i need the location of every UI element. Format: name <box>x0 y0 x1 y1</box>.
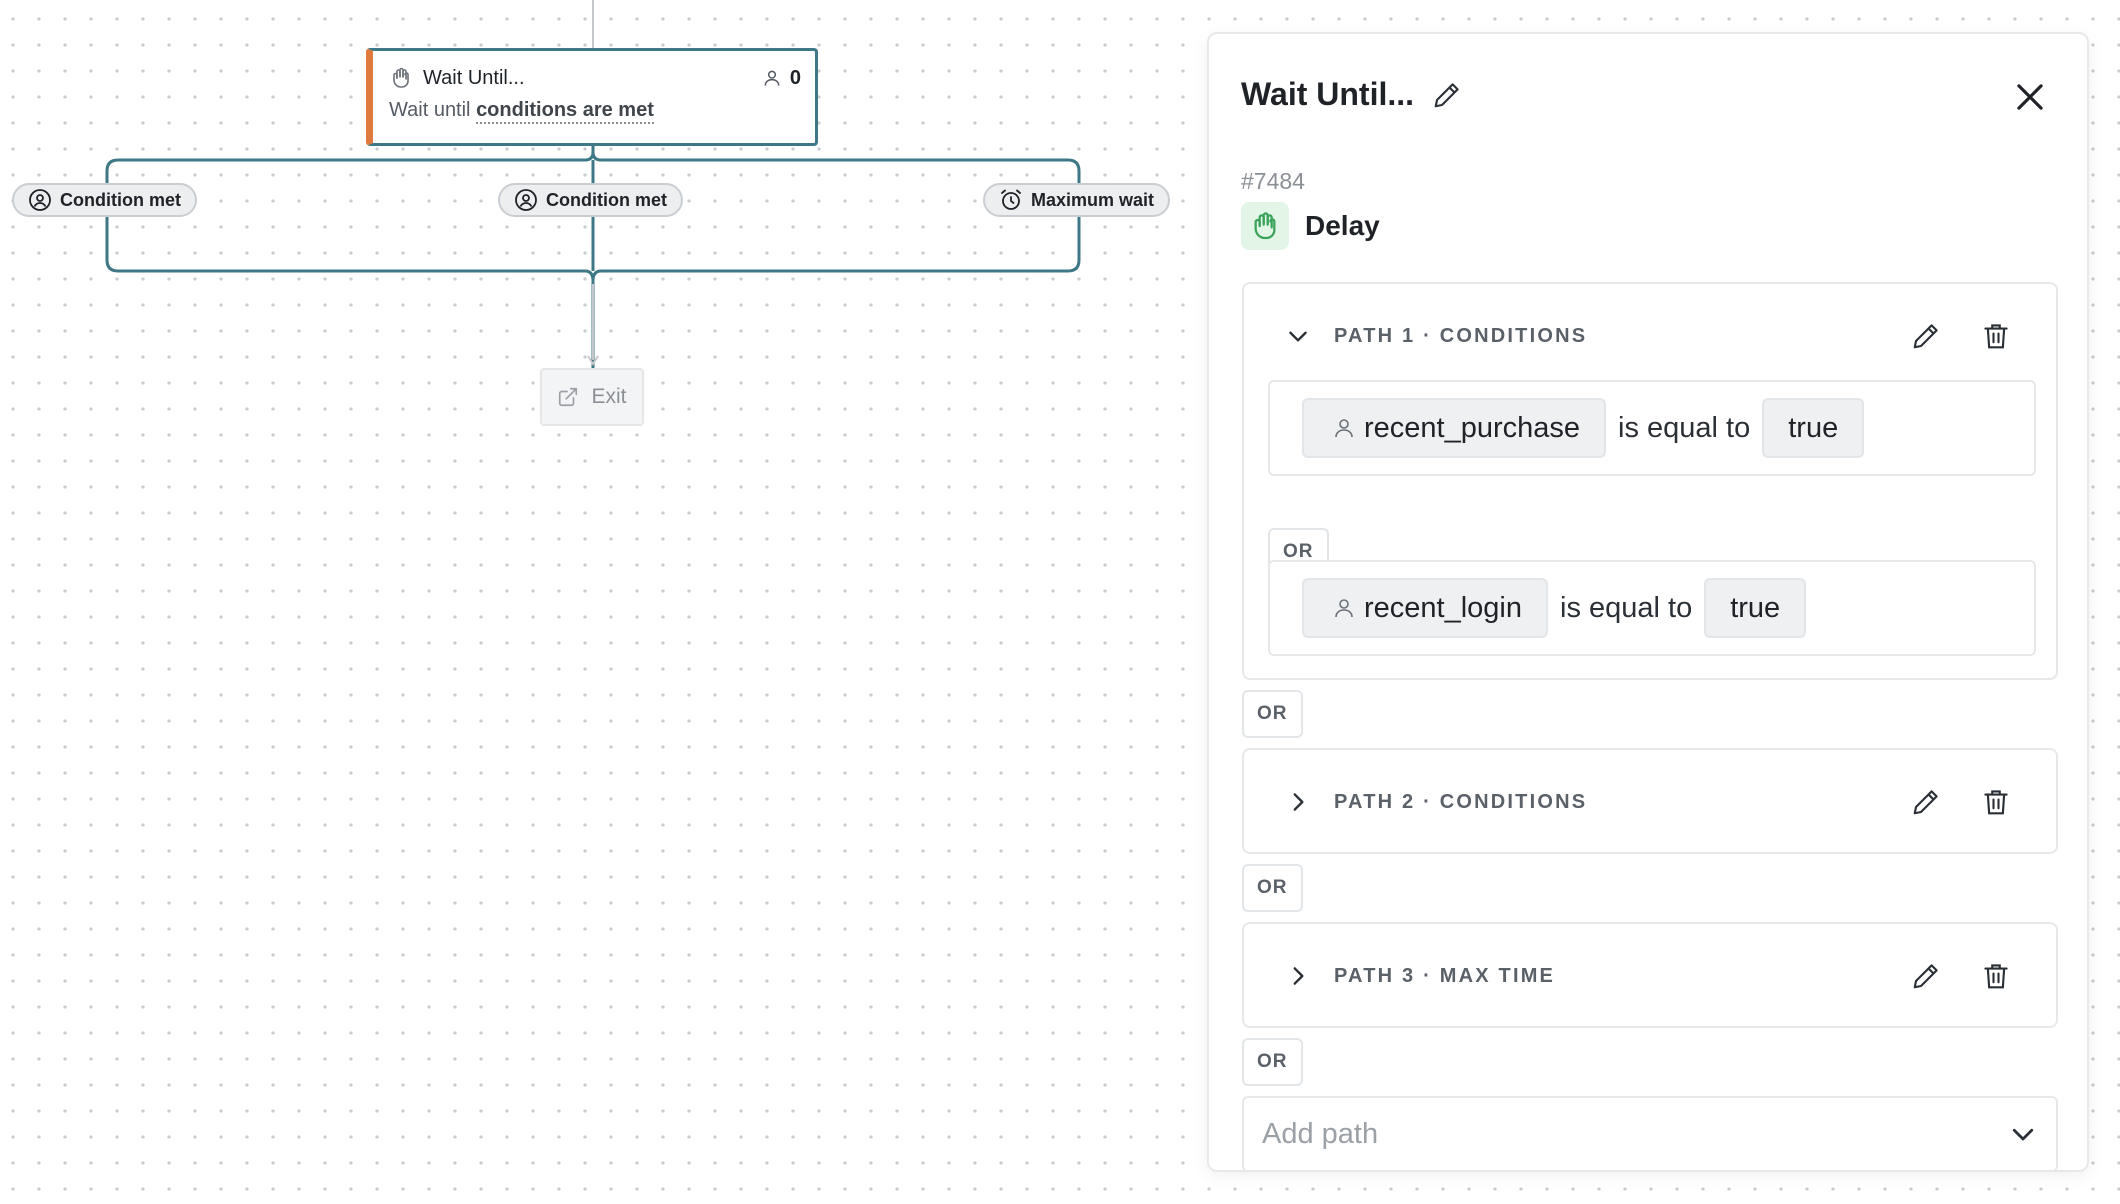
panel-title: Wait Until... <box>1241 76 1415 112</box>
path-card-1: PATH 1 · CONDITIONS recent_purchase is e… <box>1242 282 2058 680</box>
value-chip[interactable]: true <box>1762 398 1865 458</box>
operator-text: is equal to <box>1618 411 1751 444</box>
branch-label-maximum-wait[interactable]: Maximum wait <box>983 183 1171 217</box>
path-title: PATH 2 · CONDITIONS <box>1334 790 1588 813</box>
delay-type-icon <box>1241 202 1289 250</box>
path-header-3: PATH 3 · MAX TIME <box>1244 924 2056 1028</box>
subtitle-prefix: Wait until <box>389 99 477 121</box>
node-user-count: 0 <box>762 67 801 90</box>
wait-until-node[interactable]: Wait Until... 0 Wait until conditions ar… <box>366 48 818 146</box>
delete-path-button[interactable] <box>1978 958 2014 994</box>
path-header-1: PATH 1 · CONDITIONS <box>1244 284 2056 388</box>
trash-icon <box>1984 964 2008 989</box>
chevron-down-icon <box>2012 1128 2034 1141</box>
connector-lines <box>105 0 1081 368</box>
chevron-right-icon <box>1293 967 1304 985</box>
attribute-name: recent_purchase <box>1364 411 1581 444</box>
expand-path-button[interactable] <box>1278 956 1318 996</box>
attribute-name: recent_login <box>1364 591 1522 624</box>
branch-label-condition-met-2[interactable]: Condition met <box>498 183 683 217</box>
trash-icon <box>1984 790 2008 815</box>
user-icon <box>764 70 780 86</box>
node-title: Wait Until... <box>423 66 525 89</box>
branch-label-text: Maximum wait <box>1031 189 1155 210</box>
count-value: 0 <box>789 66 801 89</box>
node-type-label: Delay <box>1305 210 1380 241</box>
workflow-canvas[interactable]: Wait Until... 0 Wait until conditions ar… <box>0 0 1200 1204</box>
user-icon <box>1335 419 1353 438</box>
hand-icon <box>1254 212 1276 240</box>
or-badge: OR <box>1242 690 1303 738</box>
branch-label-text: Condition met <box>60 189 181 210</box>
exit-label: Exit <box>591 385 627 408</box>
pencil-icon <box>1913 790 1938 815</box>
hand-icon <box>389 66 413 90</box>
or-badge: OR <box>1242 864 1303 912</box>
collapse-path-button[interactable] <box>1278 316 1318 356</box>
delete-path-button[interactable] <box>1978 784 2014 820</box>
user-circle-icon <box>29 189 51 211</box>
path-title: PATH 3 · MAX TIME <box>1334 964 1556 987</box>
expand-path-button[interactable] <box>1278 782 1318 822</box>
edit-path-button[interactable] <box>1908 784 1944 820</box>
user-icon <box>1335 599 1353 618</box>
alarm-clock-icon <box>1001 189 1021 210</box>
node-type: Delay <box>1241 202 1380 250</box>
chevron-down-icon <box>1289 331 1307 342</box>
attribute-chip[interactable]: recent_purchase <box>1302 398 1607 458</box>
condition-row[interactable]: recent_login is equal to true <box>1268 560 2036 656</box>
attribute-chip[interactable]: recent_login <box>1302 578 1548 638</box>
node-details-panel: Wait Until... #7484 Delay PATH 1 · CONDI… <box>1207 32 2089 1172</box>
panel-header: Wait Until... <box>1241 76 1462 113</box>
path-title: PATH 1 · CONDITIONS <box>1334 324 1588 347</box>
or-badge: OR <box>1242 1038 1303 1086</box>
trash-icon <box>1984 324 2008 349</box>
path-header-2: PATH 2 · CONDITIONS <box>1244 750 2056 854</box>
add-path-placeholder: Add path <box>1262 1117 1379 1150</box>
add-path-select[interactable]: Add path <box>1242 1096 2058 1170</box>
path-card-3: PATH 3 · MAX TIME <box>1242 922 2058 1028</box>
path-card-2: PATH 2 · CONDITIONS <box>1242 748 2058 854</box>
branch-label-condition-met-1[interactable]: Condition met <box>12 183 197 217</box>
external-link-icon <box>559 387 578 407</box>
edit-title-button[interactable] <box>1432 80 1462 110</box>
delete-path-button[interactable] <box>1978 318 2014 354</box>
user-circle-icon <box>515 189 537 211</box>
pencil-icon <box>1913 964 1938 989</box>
value-chip[interactable]: true <box>1704 578 1807 638</box>
close-icon <box>2017 84 2043 110</box>
conditions-link[interactable]: conditions are met <box>476 99 654 124</box>
pencil-icon <box>1434 82 1459 107</box>
close-panel-button[interactable] <box>2011 78 2049 116</box>
exit-node[interactable]: Exit <box>540 368 644 426</box>
node-id: #7484 <box>1241 168 1305 194</box>
condition-row[interactable]: recent_purchase is equal to true <box>1268 380 2036 476</box>
edit-path-button[interactable] <box>1908 318 1944 354</box>
node-subtitle: Wait until conditions are met <box>389 99 801 124</box>
edit-path-button[interactable] <box>1908 958 1944 994</box>
operator-text: is equal to <box>1560 591 1693 624</box>
chevron-right-icon <box>1293 793 1304 811</box>
pencil-icon <box>1913 324 1938 349</box>
branch-label-text: Condition met <box>546 189 667 210</box>
